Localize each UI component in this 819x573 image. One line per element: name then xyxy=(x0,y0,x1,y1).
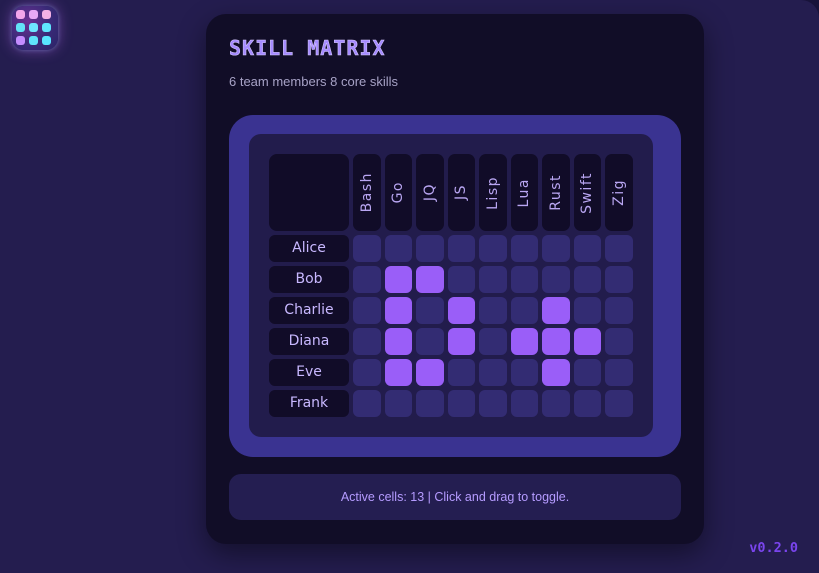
cell-eve-lua[interactable] xyxy=(510,359,538,386)
cell-frank-jq[interactable] xyxy=(416,390,444,417)
status-text: Active cells: 13 | Click and drag to tog… xyxy=(340,490,570,504)
cell-eve-rust[interactable] xyxy=(542,359,570,386)
icon-dot xyxy=(16,23,25,32)
icon-dot xyxy=(16,36,25,45)
cell-bob-jq[interactable] xyxy=(416,266,444,293)
cell-alice-lisp[interactable] xyxy=(479,235,507,262)
column-header-zig: Zig xyxy=(605,154,633,231)
cell-frank-js[interactable] xyxy=(447,390,475,417)
cell-eve-bash[interactable] xyxy=(353,359,381,386)
column-label-go: Go xyxy=(390,181,407,204)
cell-bob-swift[interactable] xyxy=(573,266,601,293)
grid-app-icon xyxy=(12,6,58,50)
skill-grid: Bash Go JQ JS Lisp Lua Rust Swift Zig Alice Bob Cha… xyxy=(269,154,633,417)
cell-eve-lisp[interactable] xyxy=(479,359,507,386)
cell-alice-js[interactable] xyxy=(447,235,475,262)
cell-frank-zig[interactable] xyxy=(605,390,633,417)
cell-diana-js[interactable] xyxy=(447,328,475,355)
icon-dot xyxy=(29,36,38,45)
cell-alice-lua[interactable] xyxy=(510,235,538,262)
column-header-rust: Rust xyxy=(542,154,570,231)
cell-charlie-rust[interactable] xyxy=(542,297,570,324)
cell-bob-bash[interactable] xyxy=(353,266,381,293)
cell-diana-rust[interactable] xyxy=(542,328,570,355)
app-window: SKILL MATRIX 6 team members 8 core skill… xyxy=(0,0,819,573)
row-label-bob: Bob xyxy=(269,266,349,293)
icon-dot xyxy=(29,10,38,19)
column-header-js: JS xyxy=(447,154,475,231)
cell-alice-jq[interactable] xyxy=(416,235,444,262)
cell-alice-go[interactable] xyxy=(384,235,412,262)
column-label-bash: Bash xyxy=(358,172,375,213)
cell-diana-jq[interactable] xyxy=(416,328,444,355)
column-label-zig: Zig xyxy=(610,179,627,206)
cell-alice-rust[interactable] xyxy=(542,235,570,262)
cell-charlie-go[interactable] xyxy=(384,297,412,324)
cell-bob-rust[interactable] xyxy=(542,266,570,293)
cell-diana-zig[interactable] xyxy=(605,328,633,355)
cell-eve-zig[interactable] xyxy=(605,359,633,386)
row-label-frank: Frank xyxy=(269,390,349,417)
matrix-panel: Bash Go JQ JS Lisp Lua Rust Swift Zig Alice Bob Cha… xyxy=(249,134,653,437)
version-label: v0.2.0 xyxy=(749,540,798,556)
column-label-js: JS xyxy=(453,184,470,201)
cell-bob-lisp[interactable] xyxy=(479,266,507,293)
cell-diana-lisp[interactable] xyxy=(479,328,507,355)
page-subtitle: 6 team members 8 core skills xyxy=(229,74,399,89)
icon-dot xyxy=(42,23,51,32)
cell-charlie-js[interactable] xyxy=(447,297,475,324)
cell-frank-rust[interactable] xyxy=(542,390,570,417)
cell-frank-bash[interactable] xyxy=(353,390,381,417)
column-label-lua: Lua xyxy=(516,177,533,208)
cell-charlie-zig[interactable] xyxy=(605,297,633,324)
cell-bob-lua[interactable] xyxy=(510,266,538,293)
column-label-lisp: Lisp xyxy=(484,175,501,210)
cell-diana-swift[interactable] xyxy=(573,328,601,355)
row-label-eve: Eve xyxy=(269,359,349,386)
icon-dot xyxy=(42,36,51,45)
column-label-rust: Rust xyxy=(547,174,564,211)
cell-frank-lisp[interactable] xyxy=(479,390,507,417)
cell-charlie-swift[interactable] xyxy=(573,297,601,324)
cell-charlie-jq[interactable] xyxy=(416,297,444,324)
column-header-lisp: Lisp xyxy=(479,154,507,231)
grid-corner xyxy=(269,154,349,231)
cell-charlie-bash[interactable] xyxy=(353,297,381,324)
column-label-jq: JQ xyxy=(421,183,438,202)
cell-eve-go[interactable] xyxy=(384,359,412,386)
cell-diana-bash[interactable] xyxy=(353,328,381,355)
icon-dot xyxy=(16,10,25,19)
row-label-charlie: Charlie xyxy=(269,297,349,324)
column-header-lua: Lua xyxy=(510,154,538,231)
skill-matrix-card: SKILL MATRIX 6 team members 8 core skill… xyxy=(206,14,704,544)
cell-eve-jq[interactable] xyxy=(416,359,444,386)
column-header-jq: JQ xyxy=(416,154,444,231)
cell-bob-go[interactable] xyxy=(384,266,412,293)
cell-diana-go[interactable] xyxy=(384,328,412,355)
cell-frank-go[interactable] xyxy=(384,390,412,417)
status-bar: Active cells: 13 | Click and drag to tog… xyxy=(229,474,681,520)
cell-frank-swift[interactable] xyxy=(573,390,601,417)
cell-bob-zig[interactable] xyxy=(605,266,633,293)
column-header-bash: Bash xyxy=(353,154,381,231)
column-header-go: Go xyxy=(384,154,412,231)
matrix-frame: Bash Go JQ JS Lisp Lua Rust Swift Zig Alice Bob Cha… xyxy=(229,115,681,457)
cell-alice-zig[interactable] xyxy=(605,235,633,262)
icon-dot xyxy=(42,10,51,19)
cell-alice-bash[interactable] xyxy=(353,235,381,262)
icon-dot xyxy=(29,23,38,32)
page-title: SKILL MATRIX xyxy=(229,36,386,61)
cell-alice-swift[interactable] xyxy=(573,235,601,262)
cell-charlie-lua[interactable] xyxy=(510,297,538,324)
column-header-swift: Swift xyxy=(573,154,601,231)
cell-frank-lua[interactable] xyxy=(510,390,538,417)
row-label-alice: Alice xyxy=(269,235,349,262)
cell-charlie-lisp[interactable] xyxy=(479,297,507,324)
cell-eve-swift[interactable] xyxy=(573,359,601,386)
cell-eve-js[interactable] xyxy=(447,359,475,386)
cell-bob-js[interactable] xyxy=(447,266,475,293)
row-label-diana: Diana xyxy=(269,328,349,355)
column-label-swift: Swift xyxy=(579,171,596,214)
cell-diana-lua[interactable] xyxy=(510,328,538,355)
